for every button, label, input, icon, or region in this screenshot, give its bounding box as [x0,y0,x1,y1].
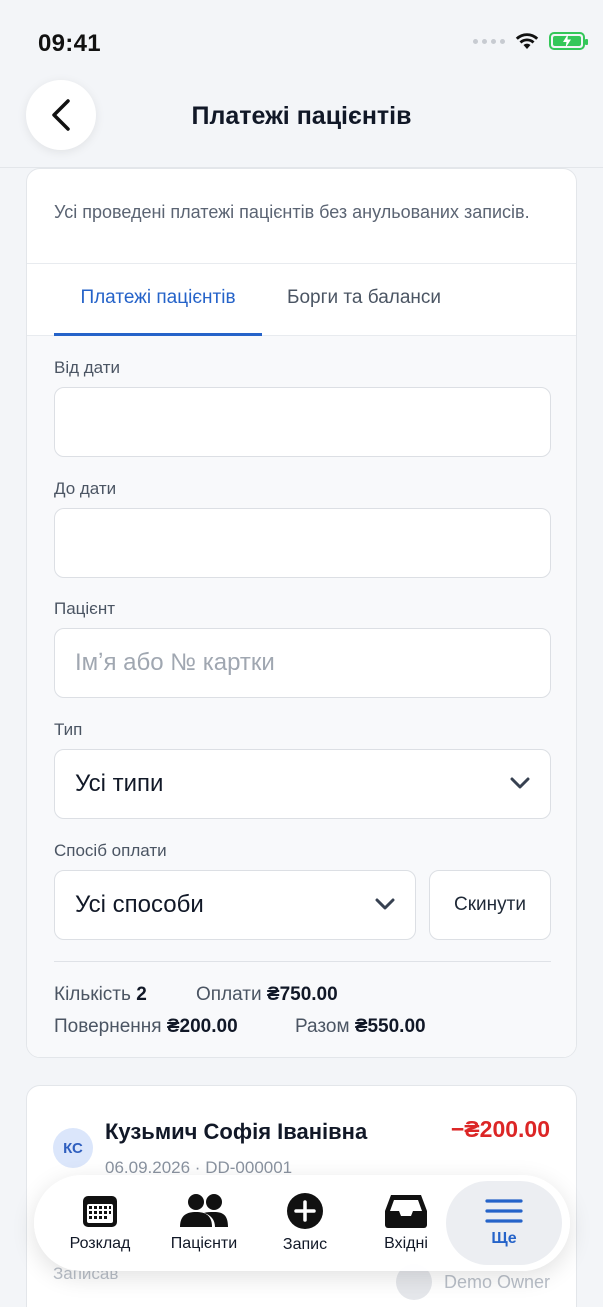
tabbar-label: Пацієнти [170,1235,238,1252]
tabbar-item-schedule[interactable]: Розклад [54,1175,146,1271]
tabbar-item-new-appointment[interactable]: Запис [262,1175,348,1271]
plus-circle-icon [287,1193,323,1229]
card-description: Усі проведені платежі пацієнтів без анул… [27,169,576,264]
patient-placeholder: Імʼя або № картки [75,649,275,676]
payment-amount: −₴200.00 [450,1116,550,1142]
patient-search-input[interactable]: Імʼя або № картки [54,628,551,698]
type-label: Тип [54,720,83,739]
divider [54,961,551,962]
payments-summary: Оплати ₴750.00 [196,984,338,1005]
from-date-label: Від дати [54,358,121,377]
header: Платежі пацієнтів [0,80,603,168]
inbox-icon [385,1195,427,1228]
to-date-input[interactable] [54,508,551,578]
wifi-icon [515,33,539,49]
filters-body: Від дати До дати Пацієнт Імʼя або № карт… [27,336,576,1057]
to-date-label: До дати [54,479,117,498]
tabbar-item-inbox[interactable]: Вхідні [360,1175,452,1271]
payment-method-value: Усі способи [75,891,204,918]
tabbar-label: Вхідні [384,1235,428,1252]
patient-name: Кузьмич Софія Іванівна [105,1119,368,1144]
page-title: Платежі пацієнтів [191,102,412,130]
summary-row-1: Кількість 2 Оплати ₴750.00 [54,984,551,1008]
tabbar-item-patients[interactable]: Пацієнти [158,1175,250,1271]
summary-row-2: Повернення ₴200.00 Разом ₴550.00 [54,1016,551,1040]
refunds-summary: Повернення ₴200.00 [54,1016,238,1037]
count-summary: Кількість 2 [54,984,147,1005]
chevron-down-icon [510,777,530,789]
tabs: Платежі пацієнтів Борги та баланси [27,264,576,336]
status-bar: 09:41 [0,0,603,80]
type-select[interactable]: Усі типи [54,749,551,819]
avatar: КС [53,1128,93,1168]
calendar-icon [83,1196,117,1227]
battery-icon [549,32,588,50]
reset-button[interactable]: Скинути [429,870,551,940]
owner-name: Demo Owner [443,1271,550,1292]
payment-method-label: Спосіб оплати [54,841,167,860]
menu-icon [485,1199,523,1223]
chevron-down-icon [375,898,395,910]
tabbar-item-more[interactable]: Ще [446,1181,562,1265]
type-value: Усі типи [75,770,164,797]
total-summary: Разом ₴550.00 [295,1016,426,1037]
tab-bar: Розклад Пацієнти Запис Вхідні Ще [34,1175,570,1271]
tabbar-label: Ще [491,1230,517,1247]
tabbar-label: Запис [282,1236,328,1253]
status-icons [473,32,588,50]
signal-icon [473,38,505,44]
from-date-input[interactable] [54,387,551,457]
status-time: 09:41 [38,30,101,57]
tab-debts-balances[interactable]: Борги та баланси [287,264,441,336]
tab-patient-payments[interactable]: Платежі пацієнтів [54,264,262,336]
payment-method-select[interactable]: Усі способи [54,870,416,940]
patient-label: Пацієнт [54,599,116,618]
people-icon [180,1194,228,1227]
filters-card: Усі проведені платежі пацієнтів без анул… [26,168,577,1058]
tabbar-label: Розклад [69,1235,131,1252]
